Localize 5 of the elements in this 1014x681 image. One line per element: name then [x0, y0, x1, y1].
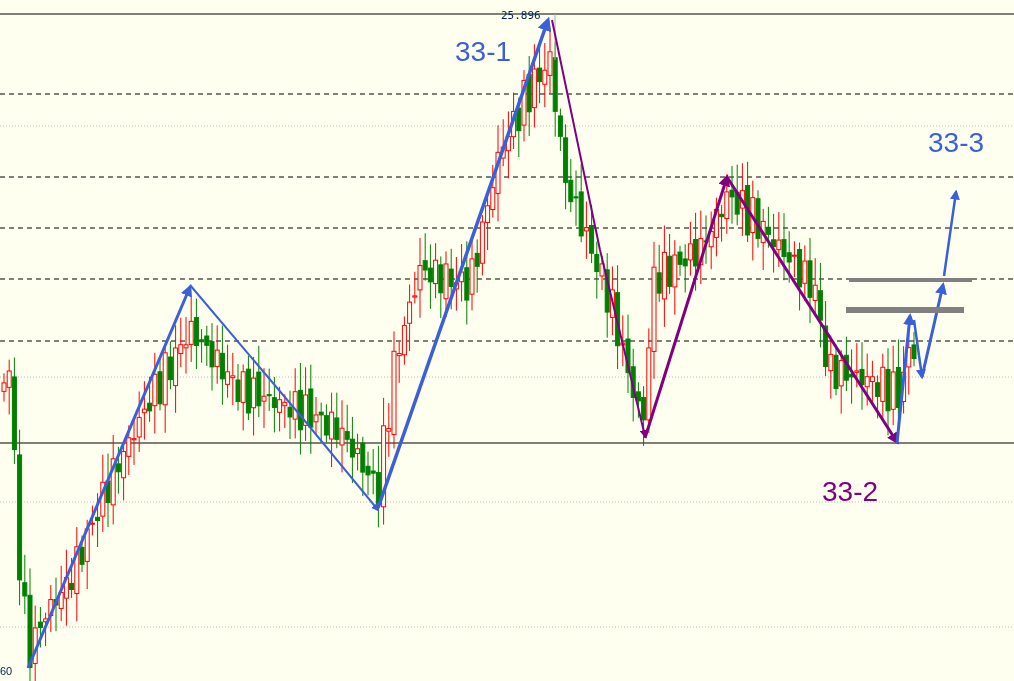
price-label: 60: [0, 665, 13, 677]
wave-label: 33-1: [455, 36, 512, 67]
price-label: 25.896: [501, 9, 541, 22]
wave-label: 33-2: [822, 476, 879, 507]
wave-label: 33-3: [928, 127, 985, 158]
